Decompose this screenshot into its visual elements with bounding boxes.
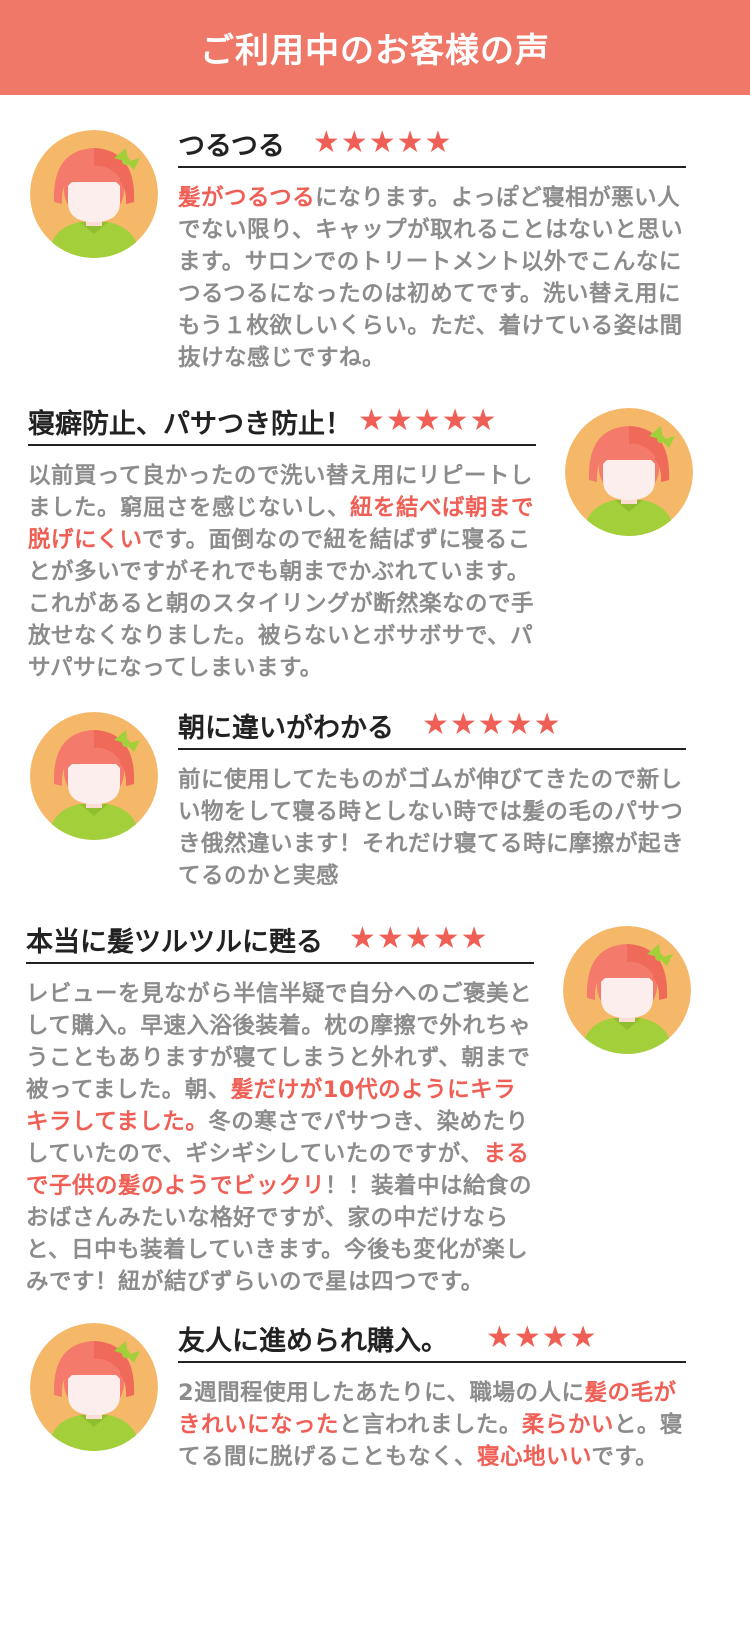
review-heading: 朝に違いがわかる ★★★★★	[178, 702, 686, 750]
review-title: つるつる	[178, 130, 285, 162]
review-text-segment: 2週間程使用したあたりに、職場の人に	[178, 1380, 585, 1406]
avatar-icon	[30, 130, 158, 258]
review-title: 寝癖防止、パサつき防止！	[28, 408, 352, 440]
review-text-segment: 前に使用してたものがゴムが伸びてきたので新しい物をして寝る時としない時では髪の毛…	[178, 767, 685, 889]
highlight-text: 寝心地いい	[477, 1444, 592, 1470]
page-header: ご利用中のお客様の声	[0, 0, 750, 95]
review-heading: 本当に髪ツルツルに甦る ★★★★★	[26, 916, 534, 964]
star-rating: ★★★★★	[422, 707, 562, 742]
review-text: レビューを見ながら半信半疑で自分へのご褒美として購入。早速入浴後装着。枕の摩擦で…	[26, 978, 534, 1298]
review-text: 2週間程使用したあたりに、職場の人に髪の毛がきれいになったと言われました。柔らか…	[178, 1377, 686, 1473]
star-rating: ★★★★	[486, 1320, 598, 1355]
review-text: 前に使用してたものがゴムが伸びてきたので新しい物をして寝る時としない時では髪の毛…	[178, 764, 686, 892]
review-text: 以前買って良かったので洗い替え用にリピートしました。窮屈さを感じないし、紐を結べ…	[28, 460, 536, 684]
page-title: ご利用中のお客様の声	[200, 31, 550, 71]
star-rating: ★★★★★	[358, 403, 498, 438]
avatar-icon	[30, 1323, 158, 1451]
highlight-text: 髪がつるつる	[178, 185, 316, 211]
review-heading: 寝癖防止、パサつき防止！ ★★★★★	[28, 398, 536, 446]
review-heading: つるつる ★★★★★	[178, 120, 686, 168]
avatar-icon	[563, 926, 691, 1054]
star-rating: ★★★★★	[349, 921, 489, 956]
review-heading: 友人に進められ購入。 ★★★★	[178, 1315, 686, 1363]
review-title: 友人に進められ購入。	[178, 1325, 448, 1357]
review-text: 髪がつるつるになります。よっぽど寝相が悪い人でない限り、キャップが取れることはな…	[178, 182, 686, 374]
avatar-icon	[565, 408, 693, 536]
avatar-icon	[30, 712, 158, 840]
review-title: 本当に髪ツルツルに甦る	[26, 926, 323, 958]
highlight-text: 柔らかい	[521, 1412, 614, 1438]
review-title: 朝に違いがわかる	[178, 712, 394, 744]
star-rating: ★★★★★	[312, 125, 453, 160]
review-text-segment: と言われました。	[339, 1412, 522, 1438]
review-text-segment: です。	[591, 1444, 659, 1470]
review-text-segment: になります。よっぽど寝相が悪い人でない限り、キャップが取れることはないと思います…	[178, 185, 684, 371]
